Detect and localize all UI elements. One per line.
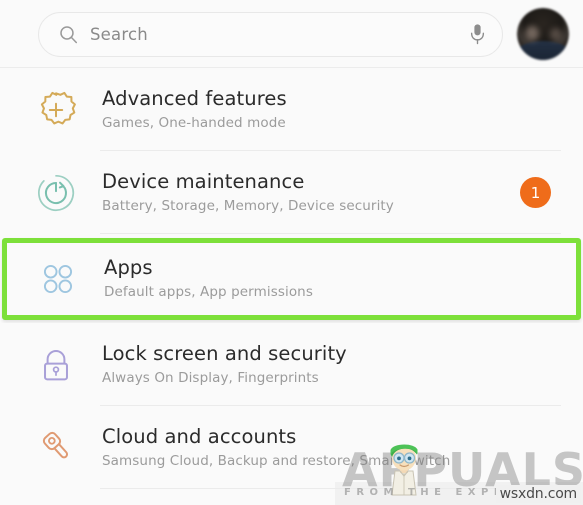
row-text: Cloud and accounts Samsung Cloud, Backup… [82,425,561,470]
row-text: Device maintenance Battery, Storage, Mem… [82,170,520,215]
settings-row-cloud-and-accounts[interactable]: Cloud and accounts Samsung Cloud, Backup… [0,406,583,489]
gear-plus-icon [30,89,82,131]
row-title: Lock screen and security [102,341,347,365]
key-icon [30,427,82,469]
user-avatar[interactable] [517,8,569,60]
row-title: Device maintenance [102,169,305,193]
settings-row-device-maintenance[interactable]: Device maintenance Battery, Storage, Mem… [0,151,583,234]
avatar-highlight [525,25,539,42]
row-title: Advanced features [102,86,287,110]
microphone-icon[interactable] [469,23,486,45]
search-header: Search [0,0,583,68]
row-subtitle: Samsung Cloud, Backup and restore, Smart… [102,452,451,469]
padlock-icon [30,344,82,386]
search-bar[interactable]: Search [38,11,503,57]
settings-list: Advanced features Games, One-handed mode… [0,68,583,489]
highlight-box: Apps Default apps, App permissions [0,234,583,323]
row-title: Cloud and accounts [102,424,297,448]
row-text: Lock screen and security Always On Displ… [82,342,561,387]
settings-row-apps[interactable]: Apps Default apps, App permissions [2,238,581,320]
refresh-circle-icon [30,172,82,214]
status-badge: 1 [520,177,551,208]
avatar-highlight-secondary [550,27,562,42]
row-title: Apps [104,256,153,280]
row-subtitle: Games, One-handed mode [102,114,286,131]
row-subtitle: Battery, Storage, Memory, Device securit… [102,197,394,214]
row-text: Advanced features Games, One-handed mode [82,87,561,132]
search-input[interactable]: Search [90,25,469,44]
settings-row-advanced-features[interactable]: Advanced features Games, One-handed mode [0,68,583,151]
row-divider [100,488,561,489]
row-subtitle: Always On Display, Fingerprints [102,369,319,386]
settings-row-lock-screen-and-security[interactable]: Lock screen and security Always On Displ… [0,323,583,406]
avatar-shoulder [517,41,569,60]
apps-grid-icon [32,259,84,299]
row-subtitle: Default apps, App permissions [104,284,313,301]
search-icon [59,25,78,44]
row-text: Apps Default apps, App permissions [84,256,554,301]
